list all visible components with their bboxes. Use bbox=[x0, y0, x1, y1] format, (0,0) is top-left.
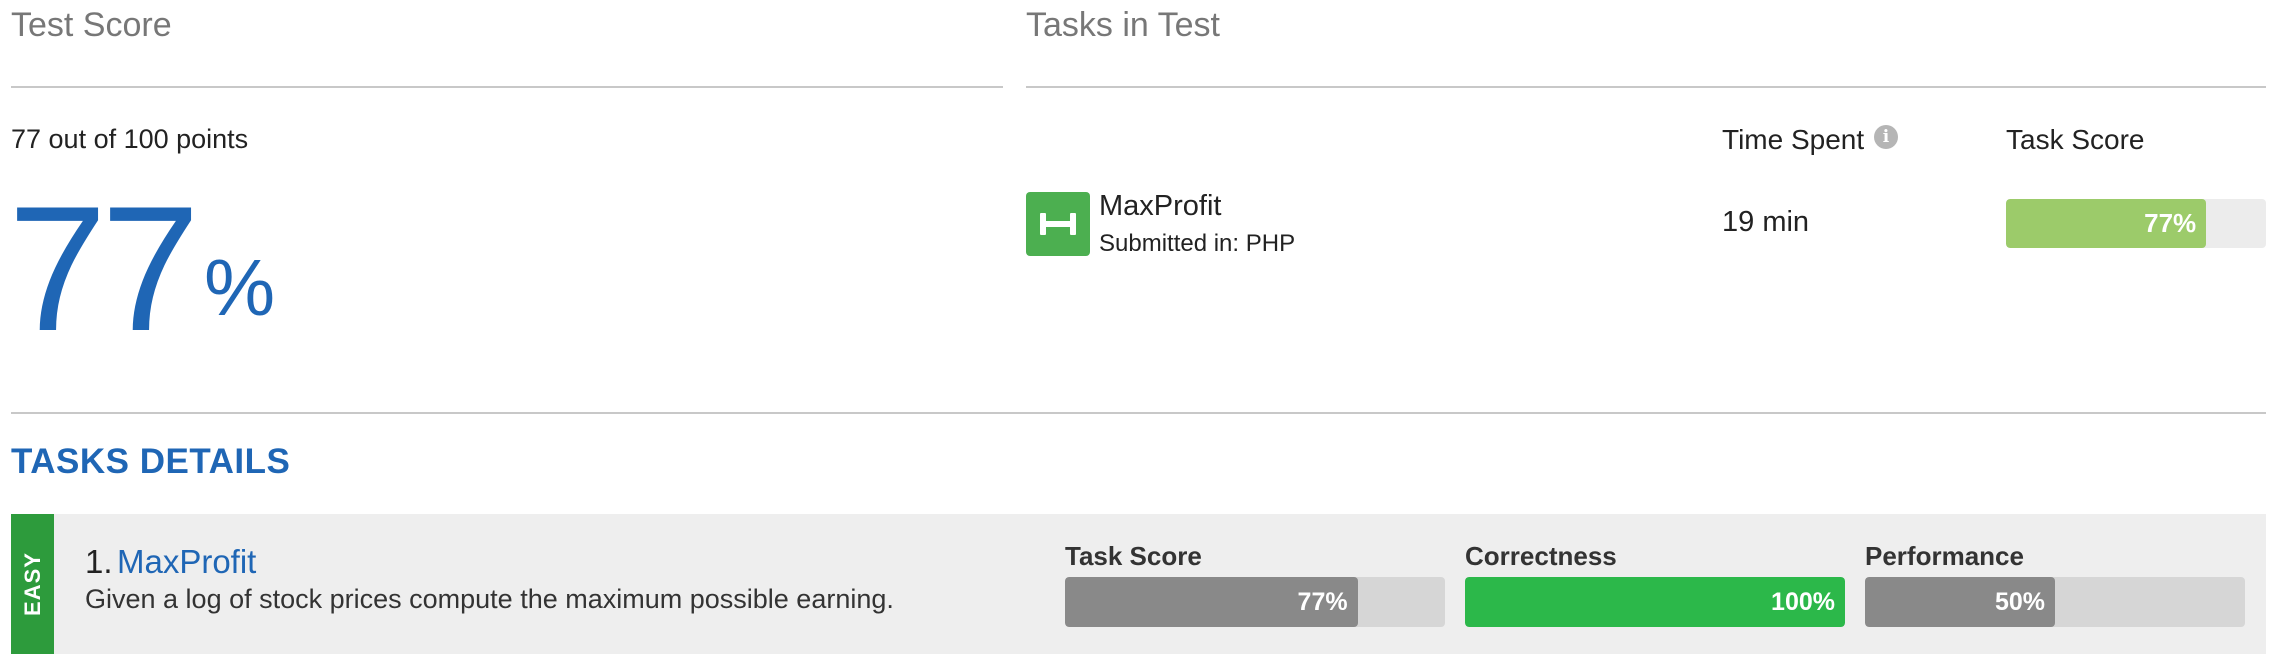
metric-label-performance: Performance bbox=[1865, 541, 2024, 571]
metric-fill-correctness: 100% bbox=[1465, 577, 1845, 627]
divider bbox=[11, 86, 1003, 88]
test-score-title: Test Score bbox=[11, 6, 172, 44]
metric-bar-correctness: 100% bbox=[1465, 577, 1845, 627]
task-number: 1. bbox=[85, 543, 113, 580]
difficulty-label: EASY bbox=[19, 552, 45, 616]
score-value: 77 bbox=[8, 169, 200, 368]
task-score-header: Task Score bbox=[2006, 124, 2145, 155]
tasks-in-test-title: Tasks in Test bbox=[1026, 6, 1221, 44]
task-name-link[interactable]: MaxProfit bbox=[1099, 190, 1221, 223]
metric-fill-performance: 50% bbox=[1865, 577, 2055, 627]
task-time-spent: 19 min bbox=[1722, 206, 1810, 238]
tasks-details-title: TASKS DETAILS bbox=[11, 442, 291, 481]
divider bbox=[1026, 86, 2266, 88]
metric-label-task-score: Task Score bbox=[1065, 541, 1202, 571]
difficulty-badge: EASY bbox=[11, 514, 54, 654]
task-detail-row: EASY 1. MaxProfit Given a log of stock p… bbox=[11, 514, 2266, 654]
task-score-bar: 77% bbox=[2006, 199, 2266, 248]
task-submitted-language: Submitted in: PHP bbox=[1099, 230, 1296, 257]
time-spent-header: Time Spent bbox=[1722, 124, 1865, 155]
dumbbell-icon bbox=[1026, 192, 1090, 256]
task-description: Given a log of stock prices compute the … bbox=[85, 584, 894, 614]
points-text: 77 out of 100 points bbox=[11, 124, 249, 154]
task-score-fill: 77% bbox=[2006, 199, 2207, 248]
metric-fill-task-score: 77% bbox=[1065, 577, 1358, 627]
task-detail-heading: 1. MaxProfit bbox=[85, 543, 256, 581]
divider bbox=[11, 412, 2266, 414]
task-detail-link[interactable]: MaxProfit bbox=[117, 543, 256, 580]
score-percentage: 77 bbox=[8, 180, 200, 358]
metric-label-correctness: Correctness bbox=[1465, 541, 1617, 571]
metric-bar-performance: 50% bbox=[1865, 577, 2245, 627]
score-unit: % bbox=[204, 243, 276, 332]
info-icon[interactable]: i bbox=[1874, 125, 1898, 149]
metric-bar-task-score: 77% bbox=[1065, 577, 1445, 627]
